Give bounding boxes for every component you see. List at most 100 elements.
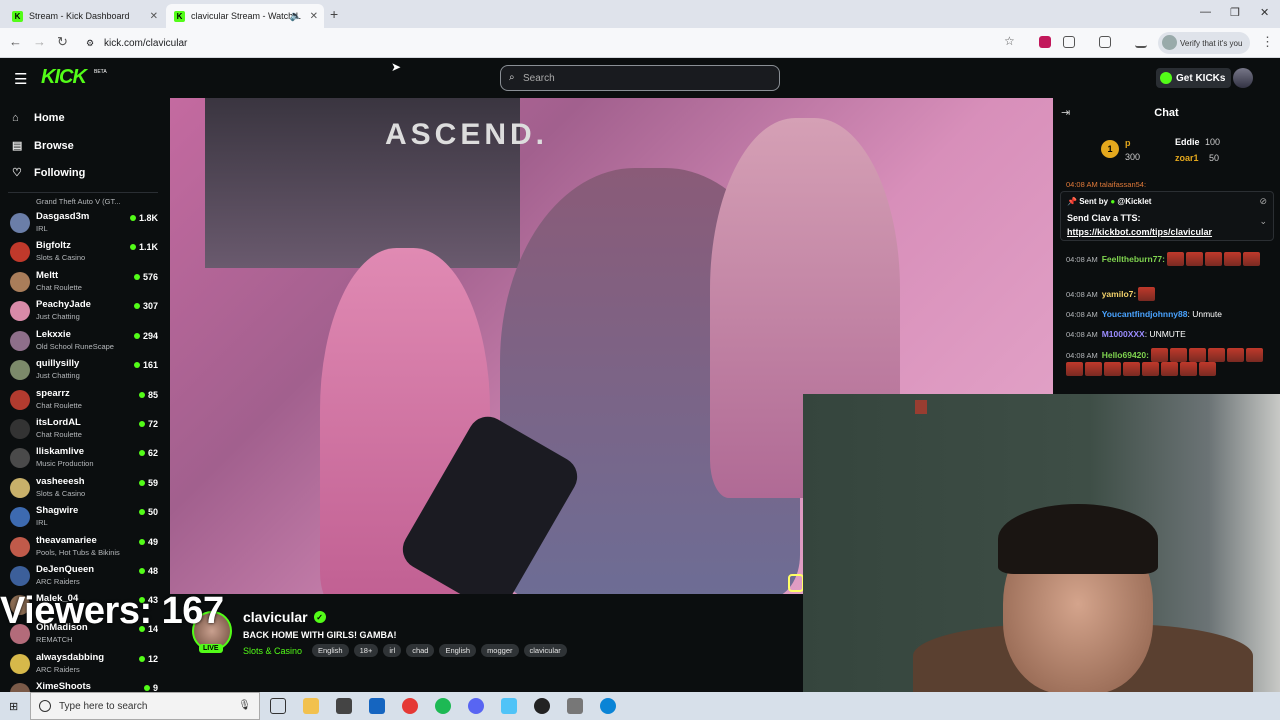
- microphone-icon[interactable]: 🎙: [238, 700, 251, 711]
- sidebar-channel[interactable]: vasheeesh Slots & Casino 59: [10, 474, 160, 503]
- stream-title: BACK HOME WITH GIRLS! GAMBA!: [243, 630, 397, 640]
- avatar: [10, 360, 30, 380]
- pinned-link[interactable]: https://kickbot.com/tips/clavicular: [1067, 227, 1212, 237]
- reload-button[interactable]: ↻: [57, 34, 68, 50]
- channel-name: lliskamlive: [36, 446, 85, 457]
- tab-kick-dashboard[interactable]: K Stream - Kick Dashboard ✕: [4, 4, 164, 28]
- ublock-extension-icon[interactable]: [1039, 36, 1051, 48]
- get-kicks-button[interactable]: Get KICKs: [1156, 68, 1232, 88]
- stream-tag[interactable]: irl: [383, 644, 402, 657]
- live-badge: LIVE: [199, 644, 223, 653]
- chrome-icon[interactable]: [402, 698, 418, 714]
- sidebar-channel[interactable]: theavamariee Pools, Hot Tubs & Bikinis 49: [10, 533, 160, 562]
- channel-category: Slots & Casino: [36, 489, 86, 498]
- back-button[interactable]: ←: [9, 34, 22, 49]
- close-window-button[interactable]: ✕: [1260, 6, 1269, 19]
- chat-username[interactable]: Hello69420:: [1102, 350, 1149, 360]
- mail-icon[interactable]: [369, 698, 385, 714]
- bookmark-star-icon[interactable]: ☆: [1004, 34, 1015, 48]
- site-info-icon[interactable]: ⚙: [86, 38, 94, 49]
- chat-text: : Unmute: [1187, 309, 1223, 319]
- sidebar-channel[interactable]: Shagwire IRL 50: [10, 503, 160, 532]
- mute-tab-icon[interactable]: 🔈: [290, 11, 302, 22]
- avatar: [10, 654, 30, 674]
- discord-icon[interactable]: [468, 698, 484, 714]
- taskbar-search-input[interactable]: Type here to search 🎙: [30, 692, 260, 720]
- viewer-count: 576: [134, 272, 158, 282]
- browse-icon: ▤: [12, 140, 23, 152]
- close-tab-icon[interactable]: ✕: [150, 11, 158, 22]
- avatar: [10, 566, 30, 586]
- sidebar-nav-following[interactable]: ♡ Following: [12, 166, 85, 180]
- sidebar-channel[interactable]: alwaysdabbing ARC Raiders 12: [10, 650, 160, 679]
- sidebar-channel[interactable]: Dasgasd3m IRL 1.8K: [10, 209, 160, 238]
- stream-tag[interactable]: English: [439, 644, 477, 657]
- chat-username[interactable]: yamilo7:: [1102, 289, 1137, 299]
- pinned-message[interactable]: 📌 Sent by ● @Kicklet Send Clav a TTS: ht…: [1060, 191, 1274, 241]
- sidebar-channel[interactable]: DeJenQueen ARC Raiders 48: [10, 562, 160, 591]
- url-field[interactable]: ⚙ kick.com/clavicular: [84, 33, 1024, 53]
- video-background-banner: ASCEND.: [205, 98, 544, 268]
- user-avatar[interactable]: [1233, 68, 1253, 88]
- chat-message[interactable]: 04:08 AM M1000XXX : UNMUTE: [1066, 329, 1266, 339]
- search-input[interactable]: ⌕ Search: [500, 65, 780, 91]
- home-icon: ⌂: [12, 112, 19, 124]
- chat-username[interactable]: M1000XXX: [1102, 329, 1145, 339]
- sidebar-channel[interactable]: XimeShoots 9: [10, 679, 160, 692]
- chat-message[interactable]: 04:08 AM Hello69420:: [1066, 348, 1266, 376]
- verify-profile-button[interactable]: Verify that it's you: [1158, 32, 1251, 54]
- task-view-icon[interactable]: [270, 698, 286, 714]
- sidebar-channel[interactable]: spearrz Chat Roulette 85: [10, 386, 160, 415]
- sidebar-nav-browse[interactable]: ▤ Browse: [12, 139, 74, 153]
- channel-name: Meltt: [36, 270, 59, 281]
- hamburger-menu-icon[interactable]: ☰: [14, 70, 27, 88]
- webcam-wall-object: [915, 400, 927, 414]
- new-tab-button[interactable]: +: [330, 6, 338, 22]
- sidebar-channel[interactable]: itsLordAL Chat Roulette 72: [10, 415, 160, 444]
- chat-username[interactable]: Youcantfindjohnny88: [1102, 309, 1188, 319]
- chevron-down-icon[interactable]: ⌄: [1259, 216, 1267, 227]
- stream-tag[interactable]: English: [312, 644, 349, 657]
- stream-tag[interactable]: chad: [406, 644, 435, 657]
- stream-tag[interactable]: mogger: [481, 644, 519, 657]
- stream-tag[interactable]: clavicular: [523, 644, 567, 657]
- extensions-icon[interactable]: [1063, 36, 1075, 48]
- chat-username[interactable]: Feelltheburn77:: [1102, 254, 1165, 264]
- sidebar-channel[interactable]: Bigfoltz Slots & Casino 1.1K: [10, 238, 160, 267]
- sidebar-channel[interactable]: quillysilly Just Chatting 161: [10, 356, 160, 385]
- sidebar-channel[interactable]: Lekxxie Old School RuneScape 294: [10, 327, 160, 356]
- close-tab-icon[interactable]: ✕: [310, 11, 318, 22]
- channel-name: Lekxxie: [36, 329, 71, 340]
- chat-message[interactable]: 04:08 AM Youcantfindjohnny88 : Unmute: [1066, 309, 1266, 319]
- sidebar-channel[interactable]: Meltt Chat Roulette 576: [10, 268, 160, 297]
- edge-icon[interactable]: [600, 698, 616, 714]
- kick-logo[interactable]: KICK: [41, 66, 87, 89]
- viewer-count: 62: [139, 448, 158, 458]
- windows-start-icon[interactable]: ⊞: [9, 700, 18, 713]
- media-controls-icon[interactable]: [1135, 36, 1147, 48]
- streamer-name[interactable]: clavicular ✓: [243, 609, 326, 625]
- file-explorer-icon[interactable]: [303, 698, 319, 714]
- profile-avatar: [1162, 35, 1177, 50]
- stream-tag[interactable]: 18+: [353, 644, 379, 657]
- cast-icon[interactable]: [1099, 36, 1111, 48]
- stream-category-link[interactable]: Slots & Casino: [243, 646, 302, 656]
- pin-icon: 📌: [1067, 197, 1080, 206]
- tab-clavicular-stream[interactable]: K clavicular Stream - Watch L 🔈 ✕: [166, 4, 324, 28]
- sidebar-channel[interactable]: PeachyJade Just Chatting 307: [10, 297, 160, 326]
- forward-button[interactable]: →: [33, 34, 46, 49]
- browser-menu-icon[interactable]: ⋮: [1261, 34, 1274, 50]
- chat-message[interactable]: 04:08 AM Feelltheburn77:: [1066, 252, 1266, 266]
- minimize-window-button[interactable]: —: [1200, 6, 1211, 18]
- chat-message[interactable]: 04:08 AM yamilo7:: [1066, 287, 1266, 301]
- chat-text: : UNMUTE: [1144, 329, 1186, 339]
- spotify-icon[interactable]: [435, 698, 451, 714]
- obs-icon[interactable]: [534, 698, 550, 714]
- app-icon[interactable]: [567, 698, 583, 714]
- sidebar-channel[interactable]: lliskamlive Music Production 62: [10, 444, 160, 473]
- unpin-icon[interactable]: ⊘: [1259, 196, 1267, 207]
- sidebar-nav-home[interactable]: ⌂ Home: [12, 112, 65, 124]
- store-icon[interactable]: [336, 698, 352, 714]
- restore-window-button[interactable]: ❐: [1230, 6, 1240, 19]
- app-icon[interactable]: [501, 698, 517, 714]
